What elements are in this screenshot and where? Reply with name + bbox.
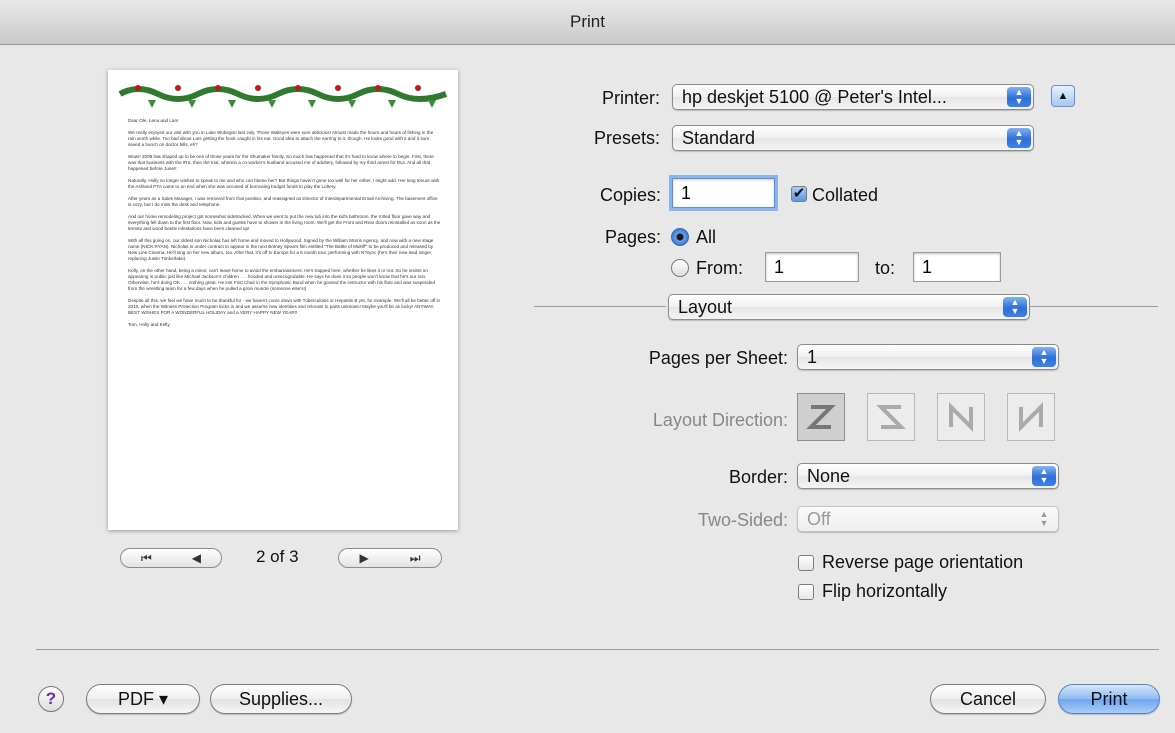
chevron-updown-icon: ▲ ▼: [1032, 347, 1056, 367]
letter-paragraph: With all this going on, our oldest son N…: [128, 238, 434, 261]
chevron-updown-icon: ▲ ▼: [1007, 128, 1031, 148]
triangle-up-icon: ▲: [1057, 90, 1069, 102]
pages-from-label: From:: [696, 258, 743, 278]
letter-text: Dear Ole, Lena and Lars We really enjoye…: [128, 118, 442, 334]
reverse-orientation-checkbox[interactable]: [798, 555, 814, 571]
chevron-updown-icon: ▲ ▼: [1003, 297, 1027, 317]
previous-page-icon[interactable]: ◀: [192, 551, 201, 565]
reverse-orientation-label: Reverse page orientation: [822, 552, 1024, 572]
letter-paragraph: And our home remodeling project got some…: [128, 214, 441, 231]
pages-from-radio[interactable]: [671, 259, 689, 277]
pages-from-input[interactable]: [765, 252, 859, 282]
two-sided-value: Off: [807, 509, 831, 529]
chevron-updown-icon: ▲ ▼: [1039, 509, 1049, 528]
collated-checkbox[interactable]: ✔: [791, 186, 807, 202]
letter-paragraph: Despite all this, we feel we have much t…: [128, 298, 441, 315]
pdf-button[interactable]: PDF ▾: [86, 684, 200, 714]
layout-direction-label: Layout Direction:: [652, 410, 788, 430]
print-button[interactable]: Print: [1058, 684, 1160, 714]
border-label: Border:: [728, 467, 788, 487]
first-page-icon[interactable]: ⏮: [141, 551, 152, 566]
pages-to-input[interactable]: [913, 252, 1001, 282]
copies-label: Copies:: [599, 185, 661, 205]
pages-per-sheet-select[interactable]: 1 ▲ ▼: [797, 344, 1059, 370]
window-title: Print: [0, 0, 1175, 45]
pages-per-sheet-label: Pages per Sheet:: [648, 348, 788, 368]
help-icon: ?: [45, 689, 57, 708]
section-divider-right: [1030, 306, 1158, 307]
copies-input[interactable]: [672, 178, 775, 208]
last-page-icon[interactable]: ⏭: [410, 551, 421, 566]
letter-paragraph: Dear Ole, Lena and Lars: [128, 118, 179, 123]
pages-per-sheet-value: 1: [807, 347, 818, 367]
layout-direction-z[interactable]: [797, 393, 845, 441]
collapse-details-button[interactable]: ▲: [1051, 85, 1075, 107]
flip-horizontally-label: Flip horizontally: [822, 581, 948, 601]
printer-value: hp deskjet 5100 @ Peter's Intel...: [682, 87, 947, 107]
section-select[interactable]: Layout ▲ ▼: [668, 294, 1030, 320]
reverse-z-order-icon: [876, 405, 906, 429]
holly-garland-decoration: [118, 85, 448, 108]
help-button[interactable]: ?: [38, 686, 64, 712]
collated-label: Collated: [812, 185, 879, 205]
chevron-updown-icon: ▲ ▼: [1032, 466, 1056, 486]
presets-label: Presets:: [593, 128, 660, 148]
chevron-updown-icon: ▲ ▼: [1007, 87, 1031, 107]
letter-paragraph: After years as a Sales Manager, I was re…: [128, 196, 438, 207]
letter-paragraph: Wow!! 2009 has shaped up to be one of th…: [128, 154, 434, 171]
letter-paragraph: We really enjoyed our visit with you in …: [128, 130, 434, 147]
border-select[interactable]: None ▲ ▼: [797, 463, 1059, 489]
pages-label: Pages:: [604, 227, 661, 247]
cancel-button[interactable]: Cancel: [930, 684, 1046, 714]
n-order-icon: [949, 402, 973, 432]
presets-value: Standard: [682, 128, 756, 148]
page-preview: Dear Ole, Lena and Lars We really enjoye…: [108, 70, 458, 530]
next-page-icon[interactable]: ▶: [359, 551, 368, 565]
pages-to-label: to:: [875, 258, 896, 278]
supplies-button[interactable]: Supplies...: [210, 684, 352, 714]
section-value: Layout: [678, 297, 733, 317]
pages-all-radio[interactable]: [671, 228, 689, 246]
checkmark-icon: ✔: [792, 185, 806, 202]
letter-paragraph: Tom, Holly and Kelly: [128, 322, 170, 327]
flip-horizontally-checkbox[interactable]: [798, 584, 814, 600]
layout-direction-reverse-n[interactable]: [1007, 393, 1055, 441]
pages-all-label: All: [696, 227, 717, 247]
preview-back-controls: ⏮ ◀: [120, 548, 222, 568]
printer-select[interactable]: hp deskjet 5100 @ Peter's Intel... ▲ ▼: [672, 84, 1034, 110]
letter-paragraph: Naturally, Holly no longer wishes to spe…: [128, 178, 440, 189]
printer-label: Printer:: [601, 88, 660, 108]
two-sided-label: Two-Sided:: [697, 510, 788, 530]
section-divider-left: [534, 306, 666, 307]
preview-forward-controls: ▶ ⏭: [338, 548, 442, 568]
z-order-icon: [806, 405, 836, 429]
layout-direction-n[interactable]: [937, 393, 985, 441]
letter-paragraph: Kelly, on the other hand, being a minor,…: [128, 268, 436, 291]
two-sided-select[interactable]: Off ▲ ▼: [797, 506, 1059, 532]
presets-select[interactable]: Standard ▲ ▼: [672, 125, 1034, 151]
reverse-n-order-icon: [1019, 402, 1043, 432]
border-value: None: [807, 466, 851, 486]
layout-direction-reverse-z[interactable]: [867, 393, 915, 441]
page-indicator: 2 of 3: [256, 547, 299, 566]
bottom-divider: [36, 649, 1159, 650]
